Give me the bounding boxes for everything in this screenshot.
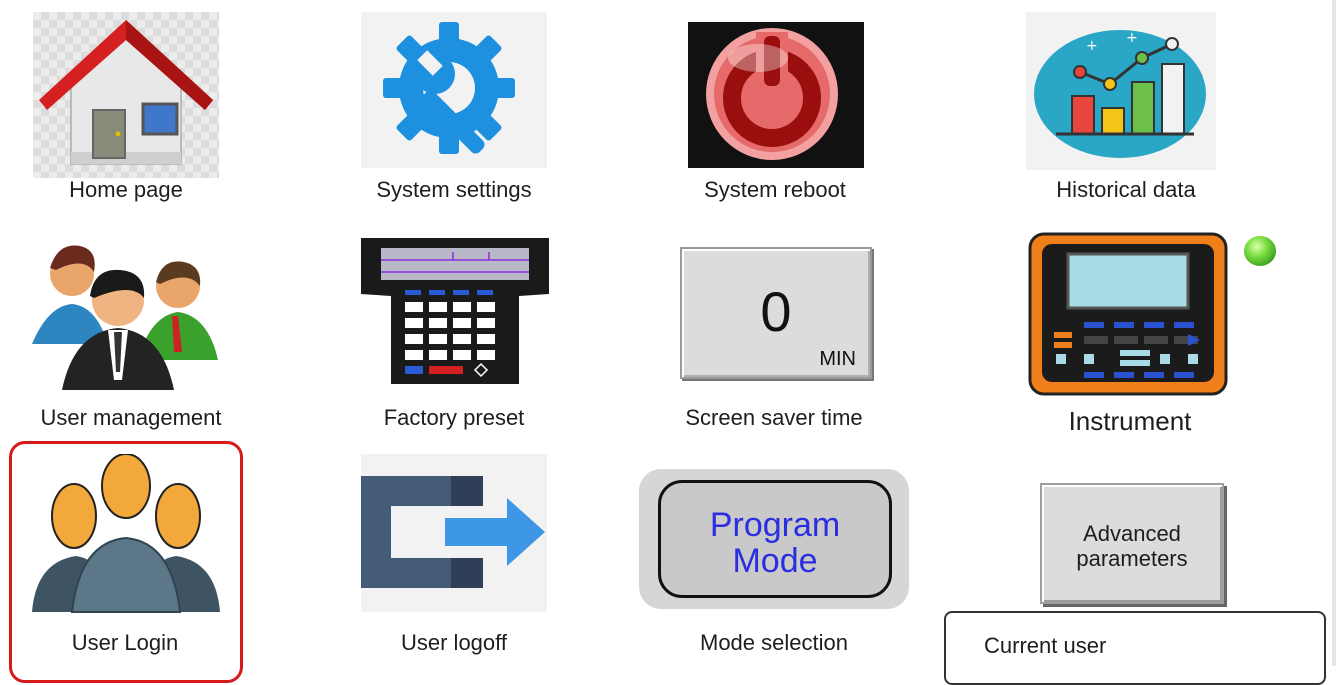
system-settings-label: System settings — [376, 177, 532, 202]
screen-saver-time-label: Screen saver time — [685, 405, 863, 430]
instrument-tile[interactable]: Instrument — [1010, 228, 1250, 440]
user-group-icon — [32, 454, 220, 613]
instrument-icon — [1028, 232, 1228, 396]
advanced-line1: Advanced — [1083, 521, 1181, 546]
program-mode-button[interactable]: Program Mode — [639, 469, 909, 609]
bar-chart-icon: + + — [1026, 12, 1216, 170]
screen-saver-time-field[interactable]: 0 MIN — [680, 247, 872, 379]
user-logoff-tile[interactable]: User logoff — [354, 444, 554, 666]
svg-text:+: + — [1086, 38, 1098, 54]
user-login-tile[interactable]: User Login — [12, 444, 238, 666]
power-icon — [688, 22, 864, 168]
program-mode-text: Program Mode — [661, 507, 889, 579]
advanced-parameters-text: Advanced parameters — [1042, 521, 1222, 571]
handheld-terminal-icon — [361, 238, 549, 384]
window-edge — [1332, 0, 1336, 666]
program-mode-line2: Mode — [732, 542, 818, 580]
program-mode-button-face: Program Mode — [658, 480, 892, 598]
svg-text:+: + — [1126, 30, 1138, 46]
screen-saver-value: 0 — [760, 280, 792, 343]
factory-preset-tile[interactable]: Factory preset — [354, 228, 554, 438]
user-management-tile[interactable]: User management — [20, 228, 242, 438]
advanced-line2: parameters — [1076, 546, 1188, 571]
user-login-label: User Login — [71, 630, 179, 655]
user-management-label: User management — [40, 405, 222, 430]
historical-data-tile[interactable]: + + Historical data — [1026, 10, 1226, 210]
program-mode-line1: Program — [709, 506, 841, 544]
system-reboot-label: System reboot — [704, 177, 846, 202]
house-icon — [39, 20, 213, 165]
historical-data-label: Historical data — [1056, 177, 1196, 202]
instrument-label: Instrument — [1068, 406, 1192, 436]
current-user-field: Current user — [944, 611, 1326, 685]
screen-saver-unit: MIN — [819, 348, 856, 370]
gear-wrench-icon — [383, 22, 521, 158]
logout-arrow-icon — [361, 454, 547, 612]
home-page-label: Home page — [69, 177, 183, 202]
system-settings-tile[interactable]: System settings — [354, 10, 554, 210]
home-page-tile[interactable]: Home page — [20, 10, 232, 210]
user-logoff-label: User logoff — [401, 630, 507, 655]
advanced-parameters-button[interactable]: Advanced parameters — [1040, 483, 1224, 604]
factory-preset-label: Factory preset — [383, 405, 525, 430]
users-icon — [32, 245, 218, 390]
mode-selection-label: Mode selection — [700, 630, 848, 655]
system-reboot-tile[interactable]: System reboot — [680, 10, 870, 210]
instrument-status-led — [1244, 236, 1276, 266]
current-user-label: Current user — [984, 633, 1107, 658]
